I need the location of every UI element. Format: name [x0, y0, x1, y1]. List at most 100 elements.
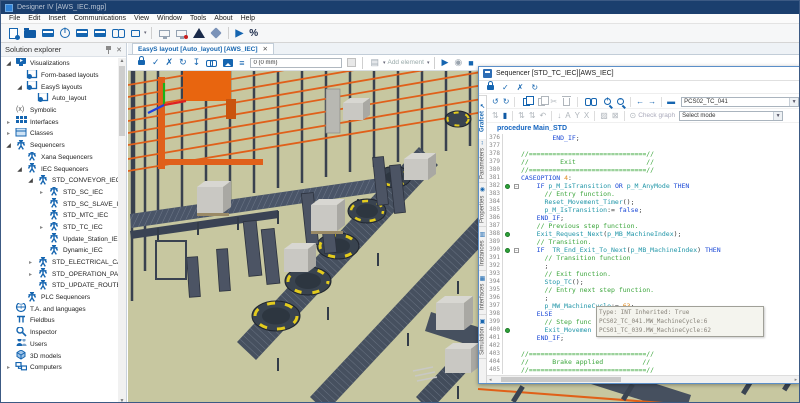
folder-icon[interactable]: ▮	[503, 111, 507, 120]
chevron-down-icon[interactable]: ▾	[427, 60, 430, 66]
tree-item-std-mtc-iec[interactable]: STD_MTC_IEC	[1, 210, 118, 222]
code-line-393[interactable]: 393 // Exit function.	[487, 270, 799, 278]
cancel-icon[interactable]: ✗	[166, 57, 174, 68]
breakpoint-dot[interactable]	[503, 232, 512, 237]
tree-item-dynamic-iec[interactable]: Dynamic_IEC	[1, 245, 118, 257]
breakpoint-dot[interactable]	[503, 328, 512, 333]
cancel-icon[interactable]: ✗	[517, 83, 524, 92]
tab-simulation[interactable]: Simulation▣	[479, 315, 486, 359]
collapse-icon[interactable]: ▬	[667, 97, 675, 106]
expand-arrow-icon[interactable]: ▸	[5, 364, 12, 371]
code-hscrollbar[interactable]: ◂ ▸	[487, 375, 799, 383]
scroll-left-icon[interactable]: ◂	[489, 377, 492, 383]
collapse-arrow-icon[interactable]: ◢	[27, 177, 34, 184]
tab-interfaces[interactable]: Interfaces▦	[479, 271, 486, 315]
new-project-icon[interactable]	[9, 28, 18, 39]
undo-icon[interactable]: ↺	[492, 97, 499, 106]
menu-edit[interactable]: Edit	[24, 15, 44, 22]
code-line-376[interactable]: 376 END_IF;	[487, 134, 799, 142]
navigate-back-icon[interactable]: ←	[636, 97, 644, 106]
tab-parameters[interactable]: Parameters↕	[479, 139, 486, 183]
element-box-icon[interactable]: ▤	[370, 57, 379, 68]
tree-item-interfaces[interactable]: ▸Interfaces	[1, 116, 118, 128]
expand-arrow-icon[interactable]: ▸	[27, 271, 34, 278]
chevron-down-icon[interactable]: ▼	[789, 98, 798, 106]
code-line-380[interactable]: 380//==============================//	[487, 166, 799, 174]
menu-file[interactable]: File	[5, 15, 24, 22]
code-line-402[interactable]: 402	[487, 342, 799, 350]
alerts-icon[interactable]	[193, 28, 205, 38]
tree-item-iec-sequencers[interactable]: ◢IEC Sequencers	[1, 163, 118, 175]
tree-item-std-sc-slave-iec[interactable]: STD_SC_SLAVE_IEC	[1, 198, 118, 210]
breakpoint-dot[interactable]	[503, 248, 512, 253]
code-line-392[interactable]: 392 ;	[487, 262, 799, 270]
apply-icon[interactable]: ✓	[152, 57, 160, 68]
tree-item-visualizations[interactable]: ◢Visualizations	[1, 58, 118, 70]
code-line-390[interactable]: 390− IF TR_End_Exit_To_Next(p_MB_Machine…	[487, 246, 799, 254]
tree-item-symbolic[interactable]: (x)Symbolic	[1, 105, 118, 117]
tab-easys-layout[interactable]: EasyS layout [Auto_layout] [AWS_IEC] ✕	[132, 43, 274, 54]
link-icon[interactable]	[206, 60, 217, 66]
code-line-404[interactable]: 404// Brake applied //	[487, 358, 799, 366]
tree-item-xana-sequencers[interactable]: Xana Sequencers	[1, 152, 118, 164]
tree-item-std-tc-iec[interactable]: ▸STD_TC_IEC	[1, 222, 118, 234]
offset-unit-button[interactable]	[347, 58, 356, 67]
apply-icon[interactable]: ✓	[502, 83, 509, 92]
edit-icon[interactable]: ▨	[600, 111, 608, 120]
step-down-icon[interactable]: ⇅	[529, 111, 536, 120]
offset-input[interactable]	[250, 58, 342, 68]
branch-x-icon[interactable]: X	[584, 111, 589, 120]
code-line-378[interactable]: 378//==============================//	[487, 150, 799, 158]
layers-icon[interactable]: ≡	[239, 58, 244, 68]
tree-item-auto-layout[interactable]: Auto_layout	[1, 93, 118, 105]
tree-item-std-operation-pane-[interactable]: ▸STD_OPERATION_PANE...	[1, 268, 118, 280]
tab-close-icon[interactable]: ✕	[263, 45, 268, 53]
code-line-396[interactable]: 396 ;	[487, 294, 799, 302]
expand-arrow-icon[interactable]: ▸	[5, 119, 12, 126]
close-icon[interactable]: ✕	[116, 46, 122, 54]
chevron-down-icon[interactable]: ▾	[144, 30, 147, 36]
template-card-icon[interactable]	[94, 29, 106, 37]
code-line-391[interactable]: 391 // Transition function	[487, 254, 799, 262]
tree-item-std-update-routes-iec[interactable]: STD_UPDATE_ROUTES_IEC	[1, 280, 118, 292]
menu-about[interactable]: About	[210, 15, 236, 22]
stop-icon[interactable]: ■	[468, 58, 473, 68]
project-card-icon[interactable]	[42, 29, 54, 37]
export-icon[interactable]: ▶	[236, 27, 244, 40]
monitor-online-icon[interactable]	[159, 30, 170, 37]
collapse-arrow-icon[interactable]: ◢	[5, 142, 12, 149]
lock-icon[interactable]	[138, 60, 145, 65]
refresh-icon[interactable]: ↻	[531, 83, 538, 92]
scroll-down-icon[interactable]: ▼	[118, 398, 126, 403]
tree-item-fieldbus[interactable]: Fieldbus	[1, 315, 118, 327]
code-line-379[interactable]: 379// Exit //	[487, 158, 799, 166]
code-line-405[interactable]: 405//==============================//	[487, 366, 799, 374]
snapshot-icon[interactable]	[223, 59, 233, 67]
fold-toggle-icon[interactable]: −	[512, 184, 521, 189]
collapse-arrow-icon[interactable]: ◢	[16, 166, 23, 173]
refresh-icon[interactable]: ↻	[179, 57, 187, 68]
menu-window[interactable]: Window	[153, 15, 186, 22]
zoom-out-icon[interactable]: −	[617, 98, 624, 105]
sidebar-scrollbar[interactable]: ▲ ▼	[118, 58, 126, 403]
find-icon[interactable]	[585, 98, 597, 105]
tree-item-users[interactable]: Users	[1, 339, 118, 351]
redo-icon[interactable]: ↻	[503, 97, 510, 106]
delete-block-icon[interactable]: ⊠	[612, 111, 619, 120]
menu-view[interactable]: View	[130, 15, 153, 22]
zoom-in-icon[interactable]: +	[604, 98, 611, 105]
tree-item-3d-models[interactable]: 3D models	[1, 350, 118, 362]
lock-icon[interactable]	[487, 85, 494, 90]
step-back-icon[interactable]: ↶	[540, 111, 547, 120]
code-line-382[interactable]: 382− IF p_M_IsTransition OR p_M_AnyMode …	[487, 182, 799, 190]
tab-instances[interactable]: Instances▤	[479, 227, 486, 271]
play-icon[interactable]: ▶	[442, 57, 449, 68]
tree-item-t-a-and-languages[interactable]: TT.A. and languages	[1, 303, 118, 315]
record-icon[interactable]: ◉	[454, 57, 462, 68]
branch-a-icon[interactable]: A	[565, 111, 570, 120]
search-icon[interactable]	[112, 29, 125, 37]
breakpoint-dot[interactable]	[503, 184, 512, 189]
step-up-icon[interactable]: ⇅	[518, 111, 525, 120]
step-insert-icon[interactable]: ⇅	[492, 111, 499, 120]
block-combo[interactable]: PCS02_TC_041 ▼	[681, 97, 799, 107]
